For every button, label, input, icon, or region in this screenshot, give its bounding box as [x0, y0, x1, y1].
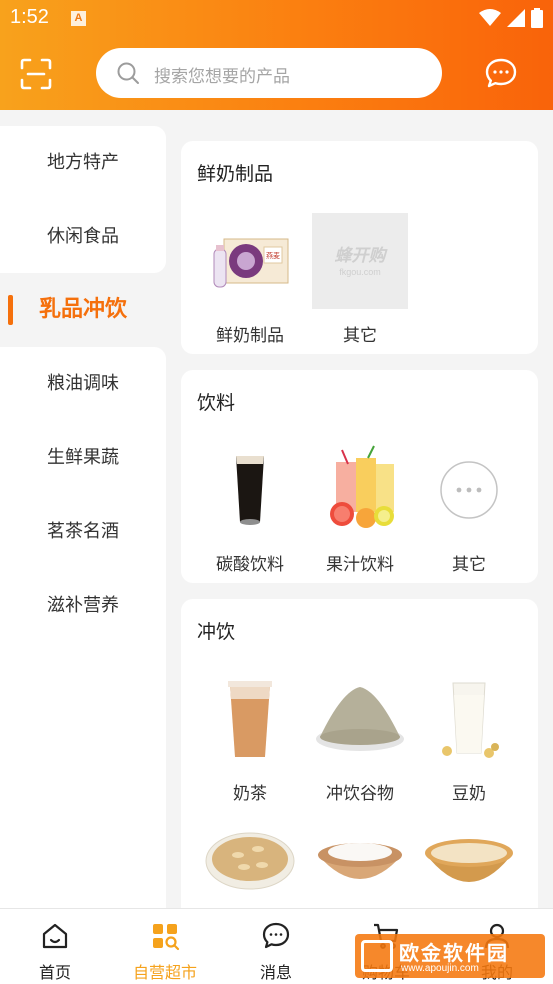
svg-text:蜂开购: 蜂开购 [335, 246, 389, 266]
home-icon [42, 923, 68, 949]
category-label: 碳酸饮料 [216, 555, 284, 575]
watermark-text: 欧金软件园 [399, 941, 509, 965]
grid-search-icon [153, 924, 180, 951]
section-fresh-milk: 鲜奶制品 燕麦 鲜奶制品 蜂开购 fkgou.com 其它 [181, 141, 538, 354]
section-title: 鲜奶制品 [197, 163, 274, 185]
search-placeholder: 搜索您想要的产品 [154, 67, 290, 87]
tab-messages[interactable]: 消息 [221, 909, 331, 984]
category-item-other-beverages[interactable]: 其它 [414, 442, 524, 575]
signal-icon [507, 9, 525, 27]
soy-milk-glass-icon [442, 682, 499, 758]
tab-self-supermarket[interactable]: 自营超市 [110, 909, 220, 984]
section-instant-drinks: 冲饮 奶茶 冲饮谷物 豆奶 [181, 599, 538, 919]
category-label: 鲜奶制品 [216, 326, 284, 346]
category-label: 豆奶 [452, 784, 486, 804]
oats-plate-icon [205, 832, 295, 890]
category-item-carbonated[interactable]: 碳酸饮料 [195, 442, 305, 575]
sidebar-item-local-specialty[interactable]: 地方特产 [0, 126, 166, 200]
category-item-soy-milk[interactable]: 豆奶 [414, 671, 524, 804]
category-item-flour[interactable] [305, 819, 415, 919]
svg-text:燕麦: 燕麦 [266, 251, 280, 260]
status-icons [479, 8, 543, 28]
category-item-oats[interactable] [195, 819, 305, 919]
more-circle-icon [440, 461, 498, 519]
sidebar-item-fresh-produce[interactable]: 生鲜果蔬 [0, 421, 166, 495]
tab-home[interactable]: 首页 [0, 909, 110, 984]
sidebar-item-grain-oil[interactable]: 粮油调味 [0, 347, 166, 421]
status-time: 1:52 [10, 6, 49, 28]
flour-bowl-icon [318, 843, 402, 879]
section-beverages: 饮料 碳酸饮料 果汁饮料 其它 [181, 370, 538, 583]
watermark-logo-icon [361, 940, 393, 972]
sidebar-item-tea-wine[interactable]: 茗茶名酒 [0, 495, 166, 569]
category-label: 其它 [452, 555, 486, 575]
status-bar: 1:52 A [0, 0, 553, 36]
tab-label: 首页 [38, 963, 71, 982]
dark-soda-glass-icon [236, 456, 264, 525]
category-label: 其它 [343, 326, 377, 346]
battery-icon [531, 8, 543, 28]
category-label: 果汁饮料 [326, 555, 394, 575]
svg-text:fkgou.com: fkgou.com [339, 267, 381, 277]
section-title: 冲饮 [197, 621, 236, 643]
sidebar-group-top: 地方特产 休闲食品 [0, 126, 166, 273]
milk-tea-cup-icon [228, 681, 272, 757]
section-title: 饮料 [197, 392, 236, 414]
category-item-cereal-drinks[interactable]: 冲饮谷物 [305, 671, 415, 804]
category-label: 奶茶 [233, 784, 267, 804]
app-header: 1:52 A 搜索您想要的产品 [0, 0, 553, 110]
category-item-other-dairy[interactable]: 蜂开购 fkgou.com 其它 [305, 213, 415, 346]
sidebar-group-bottom: 粮油调味 生鲜果蔬 茗茶名酒 滋补营养 [0, 347, 166, 984]
watermark-url: www.apoujin.com [401, 963, 479, 974]
sidebar-item-dairy-drinks[interactable]: 乳品冲饮 [0, 273, 166, 347]
placeholder-logo-icon: 蜂开购 fkgou.com [312, 213, 408, 309]
notification-a-icon: A [71, 11, 86, 26]
chat-icon[interactable] [484, 56, 518, 90]
search-input[interactable]: 搜索您想要的产品 [96, 48, 442, 98]
tab-label: 消息 [259, 963, 292, 982]
juice-glasses-icon [330, 445, 394, 528]
sidebar-item-nutrition[interactable]: 滋补营养 [0, 569, 166, 643]
search-icon [117, 62, 139, 84]
category-item-milk-tea[interactable]: 奶茶 [195, 671, 305, 804]
category-item-juice[interactable]: 果汁饮料 [305, 442, 415, 575]
category-item-soy-drink[interactable] [414, 819, 524, 919]
sidebar-item-snacks[interactable]: 休闲食品 [0, 200, 166, 274]
site-watermark: 欧金软件园 www.apoujin.com [355, 934, 545, 978]
category-item-fresh-milk[interactable]: 燕麦 鲜奶制品 [195, 213, 305, 346]
scan-icon[interactable] [20, 58, 52, 90]
soy-drink-bowl-icon [425, 839, 513, 882]
message-icon [262, 922, 290, 949]
grain-powder-icon [316, 687, 404, 751]
category-label: 冲饮谷物 [326, 784, 394, 804]
milk-box-icon: 燕麦 [213, 238, 289, 288]
tab-label: 自营超市 [132, 963, 197, 982]
wifi-icon [479, 9, 501, 26]
